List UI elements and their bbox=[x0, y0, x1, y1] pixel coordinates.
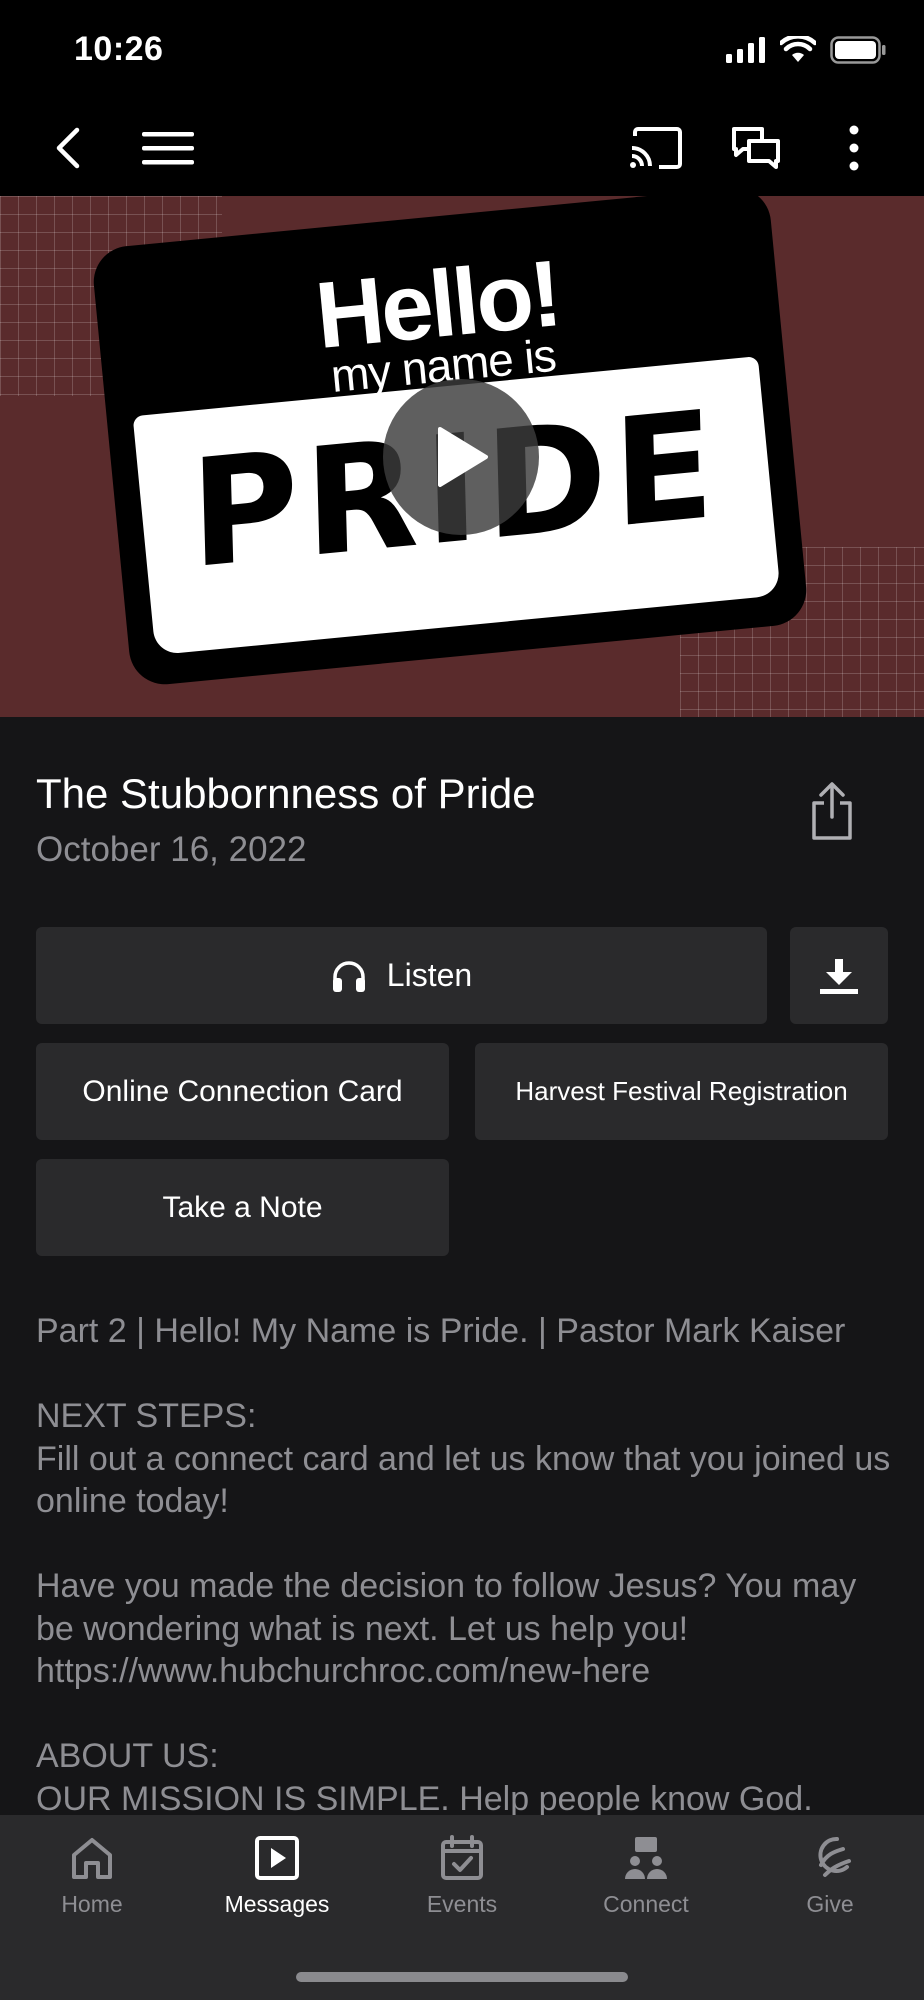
home-indicator bbox=[296, 1972, 628, 1982]
back-button[interactable] bbox=[38, 120, 98, 176]
status-icons bbox=[726, 36, 886, 64]
chat-button[interactable] bbox=[726, 120, 786, 176]
chat-bubbles-icon bbox=[732, 127, 780, 169]
give-icon bbox=[818, 1836, 851, 1877]
more-button[interactable] bbox=[824, 120, 884, 176]
tab-home-label: Home bbox=[61, 1891, 123, 1917]
tab-give[interactable]: Give bbox=[738, 1835, 922, 1918]
chevron-left-icon bbox=[56, 127, 80, 169]
message-artwork[interactable]: Hello! my name is PRIDE bbox=[0, 196, 924, 717]
cast-button[interactable] bbox=[626, 120, 686, 176]
online-connection-card-button[interactable]: Online Connection Card bbox=[36, 1043, 449, 1140]
share-button[interactable] bbox=[800, 776, 864, 846]
about-heading: ABOUT US: bbox=[36, 1737, 219, 1775]
play-square-icon bbox=[255, 1836, 299, 1880]
message-title: The Stubbornness of Pride bbox=[36, 770, 536, 817]
harvest-festival-registration-label: Harvest Festival Registration bbox=[515, 1076, 848, 1106]
online-connection-card-label: Online Connection Card bbox=[82, 1074, 403, 1108]
people-icon bbox=[625, 1837, 667, 1879]
headphones-icon bbox=[332, 960, 365, 992]
hamburger-icon bbox=[142, 132, 194, 165]
tab-messages[interactable]: Messages bbox=[185, 1835, 369, 1918]
battery-icon bbox=[830, 36, 886, 64]
tab-give-label: Give bbox=[806, 1891, 854, 1917]
nav-bar bbox=[0, 100, 924, 196]
status-bar: 10:26 bbox=[0, 0, 924, 100]
cast-icon bbox=[630, 127, 682, 169]
download-icon bbox=[820, 958, 858, 994]
mission-text: OUR MISSION IS SIMPLE. Help people know … bbox=[36, 1779, 813, 1818]
play-button[interactable] bbox=[383, 379, 539, 535]
status-time: 10:26 bbox=[74, 30, 164, 68]
share-icon bbox=[812, 782, 852, 840]
calendar-icon bbox=[441, 1835, 483, 1880]
tab-connect-label: Connect bbox=[603, 1891, 689, 1917]
take-a-note-button[interactable]: Take a Note bbox=[36, 1159, 449, 1256]
download-button[interactable] bbox=[790, 927, 888, 1024]
tab-home[interactable]: Home bbox=[0, 1835, 184, 1918]
listen-label: Listen bbox=[386, 957, 473, 993]
more-vertical-icon bbox=[849, 125, 859, 171]
tab-events[interactable]: Events bbox=[370, 1835, 554, 1918]
listen-button[interactable]: Listen bbox=[36, 927, 767, 1024]
take-a-note-label: Take a Note bbox=[162, 1190, 323, 1224]
play-icon bbox=[438, 427, 488, 487]
next-steps-heading: NEXT STEPS: bbox=[36, 1397, 257, 1435]
tab-messages-label: Messages bbox=[224, 1891, 330, 1917]
message-description: Part 2 | Hello! My Name is Pride. | Past… bbox=[36, 1310, 896, 1820]
message-date: October 16, 2022 bbox=[36, 830, 307, 869]
signal-icon bbox=[726, 37, 765, 63]
new-here-link[interactable]: https://www.hubchurchroc.com/new-here bbox=[36, 1650, 896, 1693]
tab-events-label: Events bbox=[426, 1891, 498, 1917]
next-steps-text: Fill out a connect card and let us know … bbox=[36, 1439, 891, 1521]
harvest-festival-registration-button[interactable]: Harvest Festival Registration bbox=[475, 1043, 888, 1140]
wifi-icon bbox=[780, 36, 816, 62]
menu-button[interactable] bbox=[138, 120, 198, 176]
description-series-line: Part 2 | Hello! My Name is Pride. | Past… bbox=[36, 1312, 846, 1350]
tab-connect[interactable]: Connect bbox=[554, 1835, 738, 1918]
home-icon bbox=[72, 1838, 112, 1879]
decision-text: Have you made the decision to follow Jes… bbox=[36, 1567, 857, 1648]
